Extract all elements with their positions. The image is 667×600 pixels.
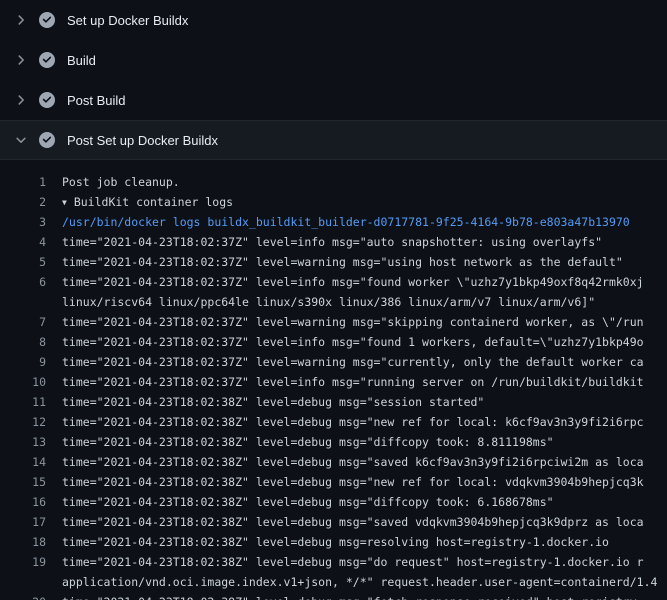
step-name: Set up Docker Buildx bbox=[67, 13, 188, 28]
log-line-text: time="2021-04-23T18:02:38Z" level=debug … bbox=[46, 592, 667, 600]
log-line-text: time="2021-04-23T18:02:38Z" level=debug … bbox=[46, 532, 667, 552]
log-line-number[interactable]: 20 bbox=[0, 592, 46, 600]
log-line: 17 time="2021-04-23T18:02:38Z" level=deb… bbox=[0, 512, 667, 532]
log-line: 5 time="2021-04-23T18:02:37Z" level=warn… bbox=[0, 252, 667, 272]
log-line: 4 time="2021-04-23T18:02:37Z" level=info… bbox=[0, 232, 667, 252]
log-line-number[interactable]: 16 bbox=[0, 492, 46, 512]
log-line: 16 time="2021-04-23T18:02:38Z" level=deb… bbox=[0, 492, 667, 512]
log-line-number[interactable]: 7 bbox=[0, 312, 46, 332]
log-line-text: time="2021-04-23T18:02:37Z" level=info m… bbox=[46, 332, 667, 352]
log-line: 19 time="2021-04-23T18:02:38Z" level=deb… bbox=[0, 552, 667, 572]
chevron-icon bbox=[13, 12, 29, 28]
check-circle-icon bbox=[39, 52, 55, 68]
log-line: 2 ▼BuildKit container logs bbox=[0, 192, 667, 212]
log-line-number[interactable]: 13 bbox=[0, 432, 46, 452]
log-line-number[interactable] bbox=[0, 292, 46, 312]
log-line: 1 Post job cleanup. bbox=[0, 172, 667, 192]
log-line-text: linux/riscv64 linux/ppc64le linux/s390x … bbox=[46, 292, 667, 312]
log-line-text: time="2021-04-23T18:02:37Z" level=info m… bbox=[46, 232, 667, 252]
log-line: 15 time="2021-04-23T18:02:38Z" level=deb… bbox=[0, 472, 667, 492]
log-line: 13 time="2021-04-23T18:02:38Z" level=deb… bbox=[0, 432, 667, 452]
step-section-post-build[interactable]: Post Build bbox=[0, 80, 667, 120]
log-line-number[interactable]: 4 bbox=[0, 232, 46, 252]
log-line-number[interactable]: 2 bbox=[0, 192, 46, 212]
chevron-icon bbox=[13, 92, 29, 108]
log-line-number[interactable]: 5 bbox=[0, 252, 46, 272]
log-line: 18 time="2021-04-23T18:02:38Z" level=deb… bbox=[0, 532, 667, 552]
log-line-number[interactable]: 10 bbox=[0, 372, 46, 392]
log-line-number[interactable]: 14 bbox=[0, 452, 46, 472]
log-line-text: time="2021-04-23T18:02:38Z" level=debug … bbox=[46, 552, 667, 572]
chevron-icon bbox=[13, 132, 29, 148]
step-name: Post Set up Docker Buildx bbox=[67, 133, 218, 148]
log-line-text: time="2021-04-23T18:02:38Z" level=debug … bbox=[46, 392, 667, 412]
log-line-text: time="2021-04-23T18:02:38Z" level=debug … bbox=[46, 412, 667, 432]
log-line: 6 time="2021-04-23T18:02:37Z" level=info… bbox=[0, 272, 667, 292]
log-line: 8 time="2021-04-23T18:02:37Z" level=info… bbox=[0, 332, 667, 352]
group-toggle-triangle-icon[interactable]: ▼ bbox=[62, 193, 67, 212]
log-line: linux/riscv64 linux/ppc64le linux/s390x … bbox=[0, 292, 667, 312]
log-line-text: time="2021-04-23T18:02:38Z" level=debug … bbox=[46, 452, 667, 472]
log-line-number[interactable]: 19 bbox=[0, 552, 46, 572]
step-section-post-set-up-docker-buildx[interactable]: Post Set up Docker Buildx bbox=[0, 120, 667, 160]
log-line-text: time="2021-04-23T18:02:37Z" level=info m… bbox=[46, 372, 667, 392]
log-line-number[interactable]: 6 bbox=[0, 272, 46, 292]
log-line-text: Post job cleanup. bbox=[46, 172, 667, 192]
log-line-number[interactable]: 8 bbox=[0, 332, 46, 352]
log-line-number[interactable]: 1 bbox=[0, 172, 46, 192]
log-line-number[interactable]: 11 bbox=[0, 392, 46, 412]
log-line: 20 time="2021-04-23T18:02:38Z" level=deb… bbox=[0, 592, 667, 600]
chevron-icon bbox=[13, 52, 29, 68]
log-line-text: application/vnd.oci.image.index.v1+json,… bbox=[46, 572, 667, 592]
log-line: application/vnd.oci.image.index.v1+json,… bbox=[0, 572, 667, 592]
log-line: 10 time="2021-04-23T18:02:37Z" level=inf… bbox=[0, 372, 667, 392]
check-circle-icon bbox=[39, 92, 55, 108]
step-section-set-up-docker-buildx[interactable]: Set up Docker Buildx bbox=[0, 0, 667, 40]
log-area: 1 Post job cleanup. 2 ▼BuildKit containe… bbox=[0, 160, 667, 600]
log-line: 9 time="2021-04-23T18:02:37Z" level=warn… bbox=[0, 352, 667, 372]
log-line-text: time="2021-04-23T18:02:37Z" level=warnin… bbox=[46, 352, 667, 372]
log-line-text: time="2021-04-23T18:02:38Z" level=debug … bbox=[46, 472, 667, 492]
log-line-text: /usr/bin/docker logs buildx_buildkit_bui… bbox=[46, 212, 667, 232]
check-circle-icon bbox=[39, 12, 55, 28]
log-line-number[interactable]: 3 bbox=[0, 212, 46, 232]
log-line-text: time="2021-04-23T18:02:37Z" level=info m… bbox=[46, 272, 667, 292]
log-line: 7 time="2021-04-23T18:02:37Z" level=warn… bbox=[0, 312, 667, 332]
log-line: 12 time="2021-04-23T18:02:38Z" level=deb… bbox=[0, 412, 667, 432]
log-line-text: time="2021-04-23T18:02:37Z" level=warnin… bbox=[46, 312, 667, 332]
log-line-text: time="2021-04-23T18:02:37Z" level=warnin… bbox=[46, 252, 667, 272]
log-line-text: time="2021-04-23T18:02:38Z" level=debug … bbox=[46, 512, 667, 532]
step-name: Build bbox=[67, 53, 96, 68]
log-line-number[interactable]: 18 bbox=[0, 532, 46, 552]
log-line-number[interactable]: 17 bbox=[0, 512, 46, 532]
step-section-build[interactable]: Build bbox=[0, 40, 667, 80]
log-line: 11 time="2021-04-23T18:02:38Z" level=deb… bbox=[0, 392, 667, 412]
check-circle-icon bbox=[39, 132, 55, 148]
actions-log-viewer: Set up Docker Buildx Build Post Build Po… bbox=[0, 0, 667, 600]
log-line-number[interactable] bbox=[0, 572, 46, 592]
log-line-number[interactable]: 9 bbox=[0, 352, 46, 372]
log-line: 3 /usr/bin/docker logs buildx_buildkit_b… bbox=[0, 212, 667, 232]
log-line-text: time="2021-04-23T18:02:38Z" level=debug … bbox=[46, 432, 667, 452]
log-line-number[interactable]: 12 bbox=[0, 412, 46, 432]
log-line-text[interactable]: ▼BuildKit container logs bbox=[46, 192, 667, 212]
log-line: 14 time="2021-04-23T18:02:38Z" level=deb… bbox=[0, 452, 667, 472]
steps-list: Set up Docker Buildx Build Post Build Po… bbox=[0, 0, 667, 160]
step-name: Post Build bbox=[67, 93, 126, 108]
log-line-number[interactable]: 15 bbox=[0, 472, 46, 492]
log-line-text: time="2021-04-23T18:02:38Z" level=debug … bbox=[46, 492, 667, 512]
